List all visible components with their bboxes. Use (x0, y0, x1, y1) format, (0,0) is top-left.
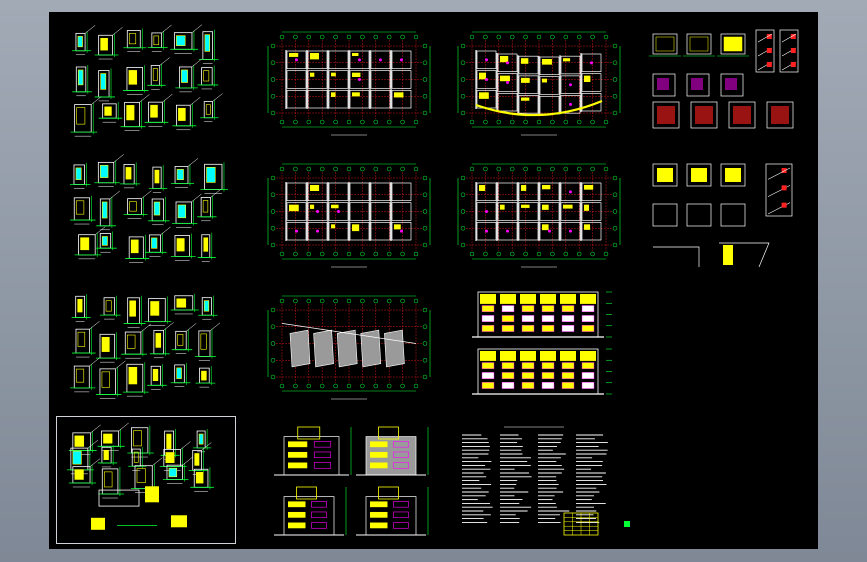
drawing-sheet-general-notes[interactable] (444, 417, 634, 543)
sheet-drawing (472, 291, 612, 395)
drawing-sheet-detail-sheet[interactable] (61, 284, 236, 409)
sheet-drawing (457, 163, 621, 268)
drawing-sheet-detail-sheet-selected[interactable] (56, 416, 236, 544)
drawing-sheet-section-details[interactable] (639, 20, 814, 145)
drawing-sheet-detail-sheet[interactable] (61, 152, 236, 277)
drawing-sheet-floor-plan[interactable] (254, 20, 444, 145)
drawing-sheet-side-elevations[interactable] (254, 417, 444, 543)
drawing-sheet-elevations[interactable] (444, 284, 634, 409)
sheet-drawing (267, 295, 431, 400)
cad-model-viewport[interactable] (49, 12, 818, 549)
sheet-drawing (70, 293, 221, 399)
sheet-drawing (274, 426, 429, 536)
sheet-drawing (66, 422, 214, 530)
sheet-drawing (267, 163, 431, 268)
drawing-sheet-detail-sheet[interactable] (61, 20, 236, 145)
sheet-drawing (457, 31, 621, 136)
sheet-drawing (69, 154, 228, 263)
sheet-drawing (462, 426, 630, 536)
sheet-drawing (267, 31, 431, 136)
sheet-drawing (70, 24, 223, 137)
drawing-sheet-floor-plan[interactable] (444, 152, 634, 277)
drawing-sheet-stair-details[interactable] (639, 152, 814, 277)
drawing-sheet-floor-plan-curved[interactable] (444, 20, 634, 145)
drawing-sheet-floor-plan[interactable] (254, 152, 444, 277)
drawing-sheet-roof-plan[interactable] (254, 284, 444, 409)
sheet-drawing (649, 29, 799, 129)
sheet-drawing (652, 163, 793, 268)
